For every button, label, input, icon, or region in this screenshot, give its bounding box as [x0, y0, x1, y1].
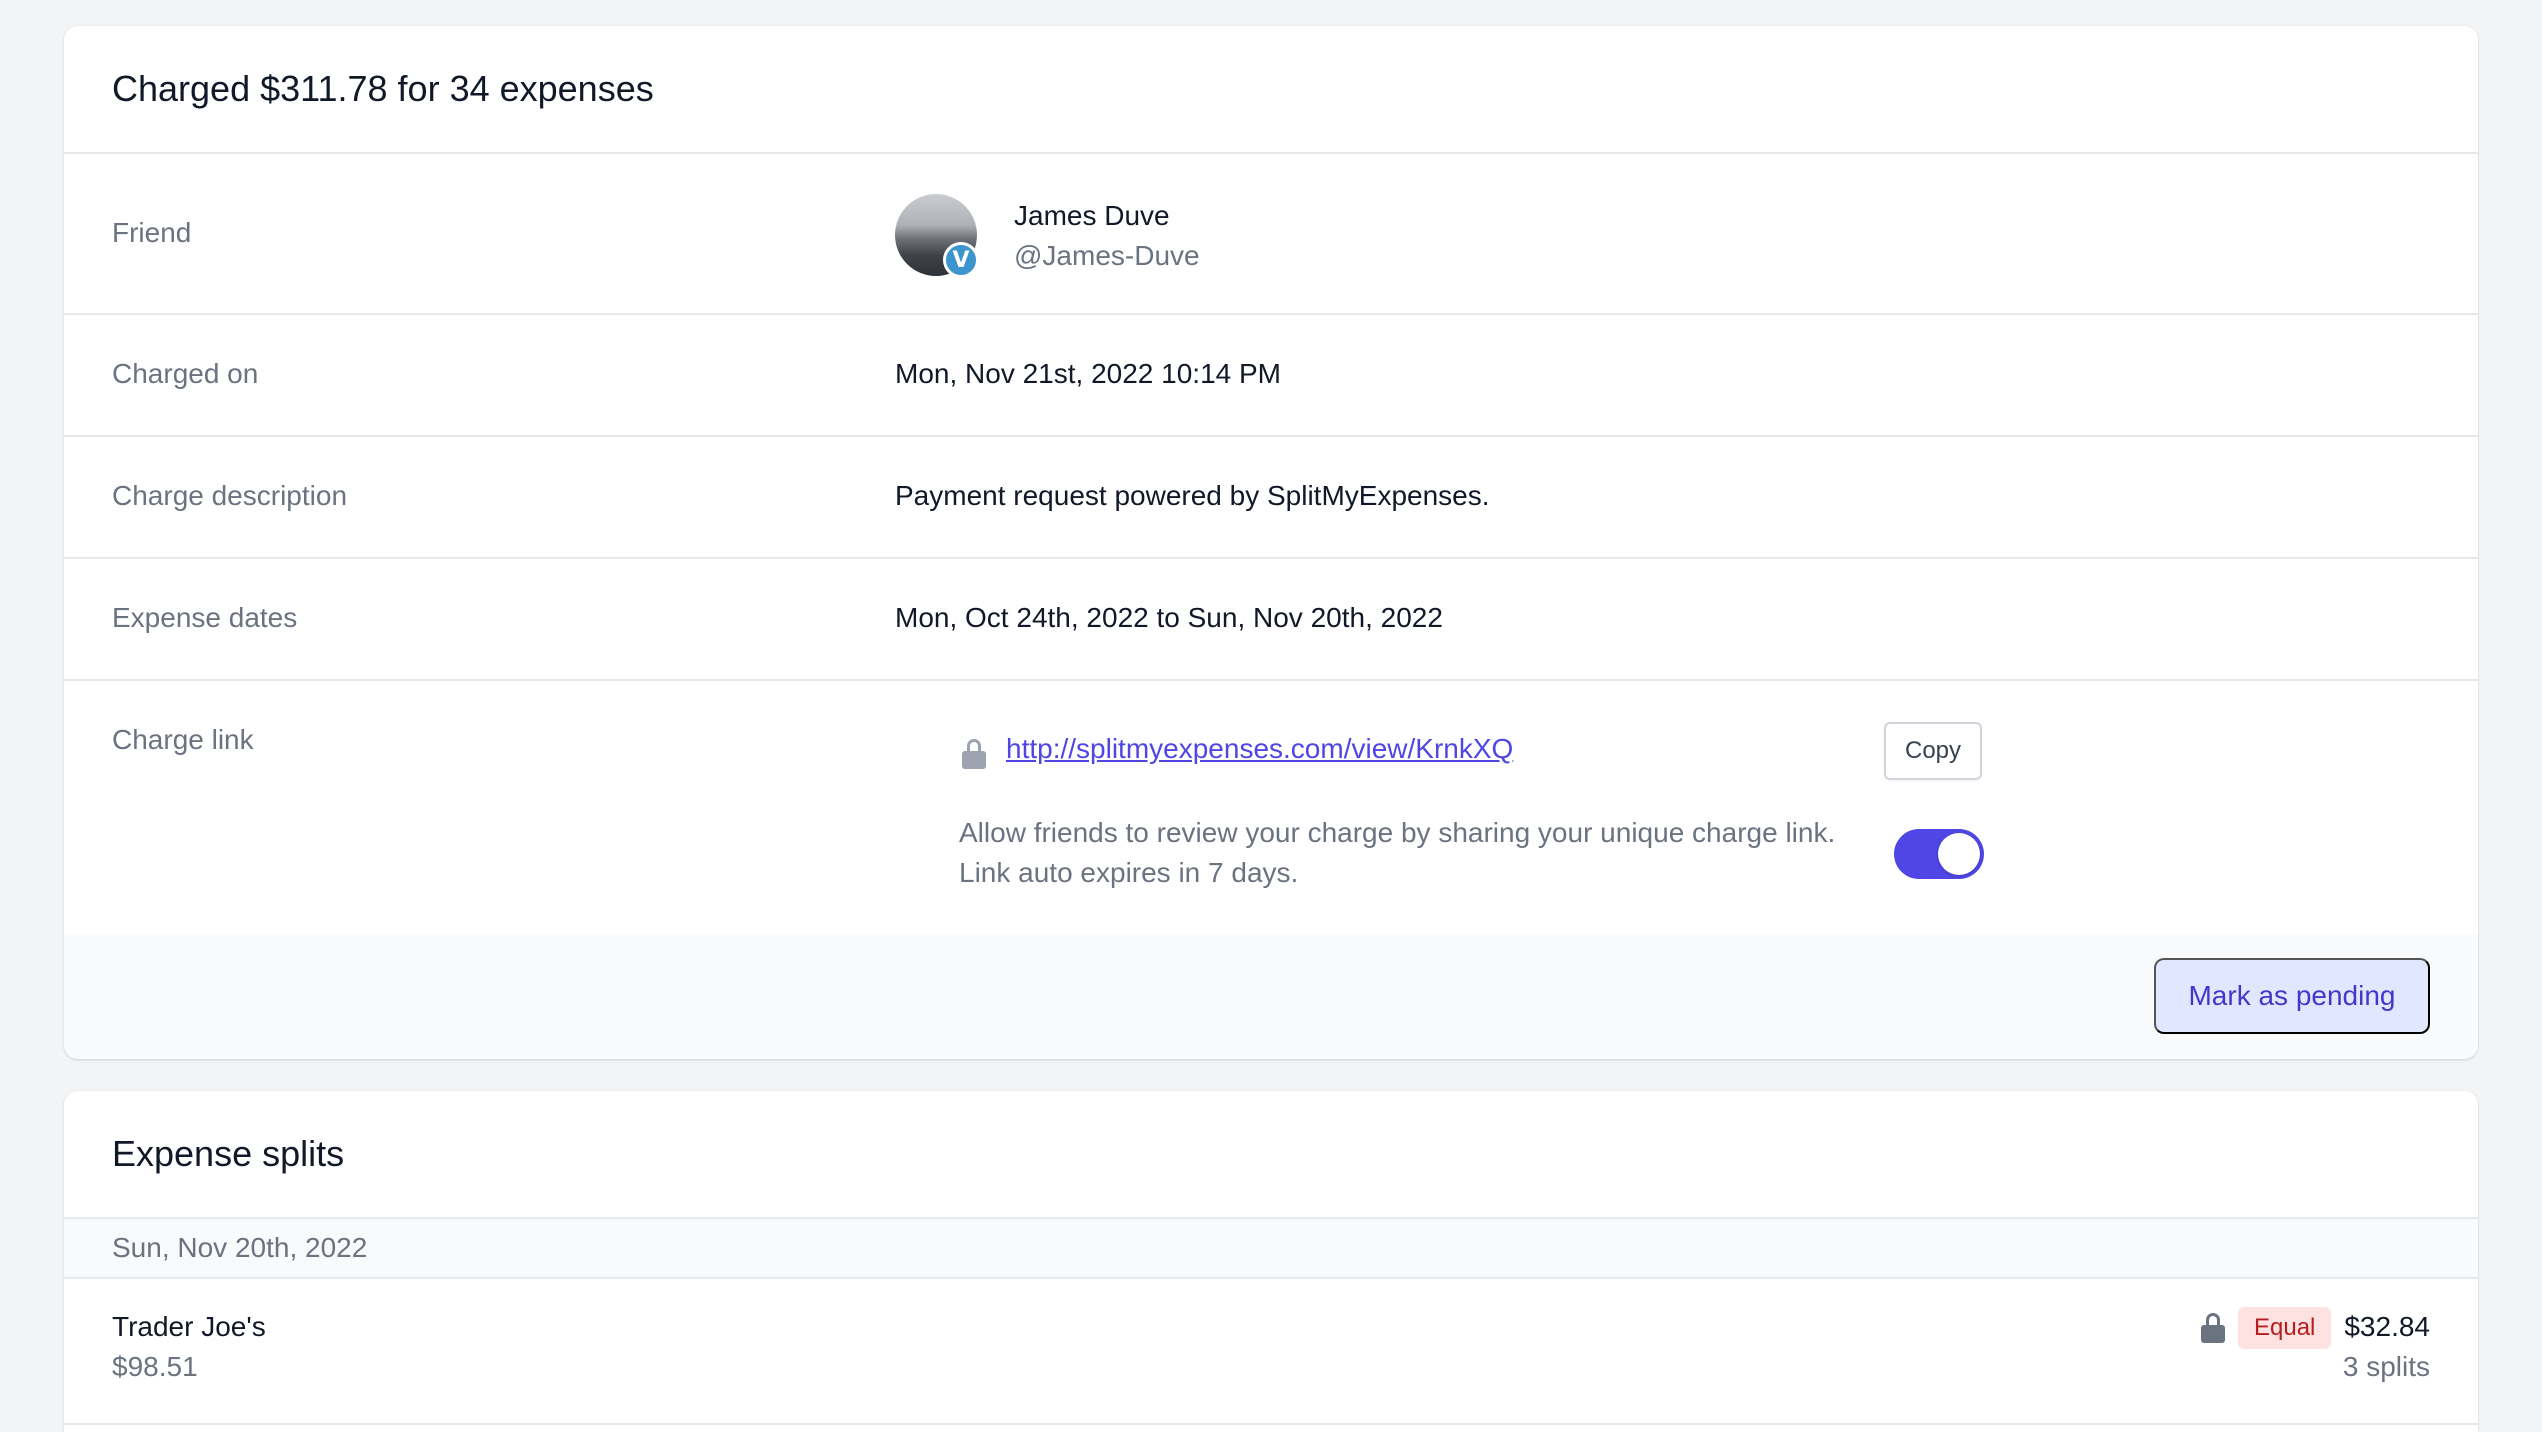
charged-on-row: Charged on Mon, Nov 21st, 2022 10:14 PM [64, 315, 2478, 437]
friend-label: Friend [112, 217, 192, 248]
charge-link-row: Charge link http://splitmyexpenses.com/v… [64, 681, 2478, 933]
friend-name: James Duve [1014, 200, 1170, 231]
copy-button[interactable]: Copy [1884, 722, 1982, 780]
description-label: Charge description [112, 480, 348, 511]
split-type-badge: Equal [2238, 1307, 2332, 1349]
expense-splits-card: Expense splits Sun, Nov 20th, 2022 Trade… [64, 1091, 2478, 1432]
description-row: Charge description Payment request power… [64, 437, 2478, 559]
charge-footer: Mark as pending [64, 934, 2478, 1059]
expense-dates-value: Mon, Oct 24th, 2022 to Sun, Nov 20th, 20… [895, 602, 1443, 633]
split-amount: $32.84 [2344, 1311, 2430, 1342]
venmo-badge-icon: V [943, 242, 979, 278]
share-help-line-1: Allow friends to review your charge by s… [959, 817, 1836, 848]
charged-on-value: Mon, Nov 21st, 2022 10:14 PM [895, 358, 1281, 389]
expense-dates-row: Expense dates Mon, Oct 24th, 2022 to Sun… [64, 559, 2478, 681]
charge-header: Charged $311.78 for 34 expenses [64, 26, 2478, 154]
date-group-header: Sun, Nov 20th, 2022 [64, 1219, 2478, 1279]
splits-title: Expense splits [112, 1133, 345, 1174]
friend-handle: @James-Duve [1014, 240, 1200, 271]
share-link-toggle[interactable] [1894, 829, 1984, 879]
expense-name: Trader Joe's [112, 1311, 266, 1342]
share-help-line-2: Link auto expires in 7 days. [959, 857, 1299, 888]
split-count: 3 splits [2342, 1351, 2430, 1382]
friend-row: Friend V James Duve @James-Duve [64, 154, 2478, 315]
charge-details-card: Charged $311.78 for 34 expenses Friend V… [64, 26, 2478, 1059]
splits-header: Expense splits [64, 1091, 2478, 1219]
mark-as-pending-button[interactable]: Mark as pending [2154, 958, 2430, 1034]
share-help-text: Allow friends to review your charge by s… [959, 813, 1859, 893]
lock-icon [2201, 1313, 2225, 1343]
expense-dates-label: Expense dates [112, 602, 298, 633]
lock-icon [962, 739, 986, 769]
charge-link-label: Charge link [112, 724, 254, 755]
avatar: V [895, 194, 979, 278]
description-value: Payment request powered by SplitMyExpens… [895, 480, 1490, 511]
expense-total: $98.51 [112, 1351, 198, 1382]
charge-link-url[interactable]: http://splitmyexpenses.com/view/KrnkXQ [1006, 733, 1513, 765]
charge-title: Charged $311.78 for 34 expenses [112, 68, 654, 109]
charged-on-label: Charged on [112, 358, 259, 389]
toggle-knob [1938, 833, 1980, 875]
expense-row[interactable]: Trader Joe's $98.51 Equal $32.84 3 split… [64, 1279, 2478, 1425]
